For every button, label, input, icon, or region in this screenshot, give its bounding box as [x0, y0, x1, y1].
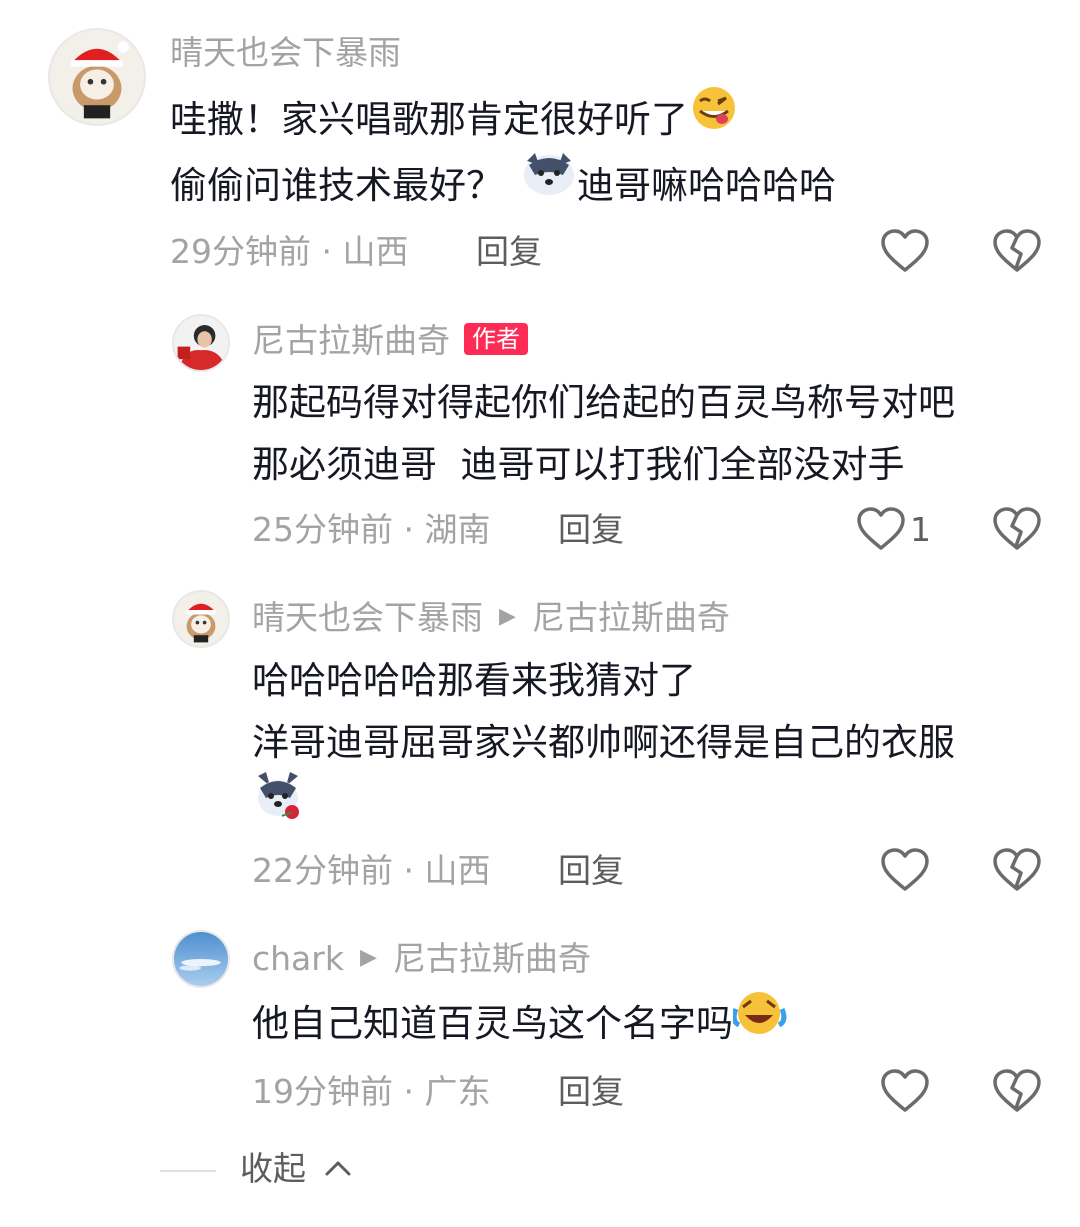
heart-outline-icon	[856, 507, 906, 556]
comment-username: 晴天也会下暴雨 ▶ 尼古拉斯曲奇	[252, 601, 730, 634]
comment-line: 他自己知道百灵鸟这个名字吗	[252, 991, 787, 1060]
comment-meta: 29分钟前 · 山西	[170, 235, 408, 268]
comment-line	[252, 772, 955, 845]
comment-line: 洋哥迪哥屈哥家兴都帅啊还得是自己的衣服	[252, 721, 955, 764]
comment-time: 25分钟前	[252, 510, 393, 549]
comment-username[interactable]: 晴天也会下暴雨	[170, 36, 401, 69]
like-button[interactable]	[880, 228, 930, 278]
reply-username[interactable]: 晴天也会下暴雨	[252, 598, 483, 637]
comment-line: 偷偷问谁技术最好？ 迪哥嘛哈哈哈哈	[170, 153, 836, 220]
broken-heart-icon	[992, 229, 1042, 278]
comment-location: 广东	[424, 1072, 491, 1111]
avatar[interactable]	[172, 930, 230, 988]
like-count: 1	[910, 510, 931, 549]
reply-to-username[interactable]: 尼古拉斯曲奇	[393, 939, 591, 978]
grinning-tongue-emoji	[688, 84, 744, 151]
comment-line: 哈哈哈哈哈那看来我猜对了	[252, 659, 696, 702]
heart-outline-icon	[880, 229, 930, 278]
reply-button[interactable]: 回复	[558, 513, 624, 546]
comment-username: chark ▶ 尼古拉斯曲奇	[252, 942, 591, 975]
comment-line-text: 偷偷问谁技术最好？	[170, 164, 503, 207]
collapse-label: 收起	[240, 1149, 306, 1188]
dislike-button[interactable]	[992, 228, 1042, 278]
broken-heart-icon	[992, 848, 1042, 897]
rofl-emoji	[731, 987, 787, 1056]
dislike-button[interactable]	[992, 506, 1042, 556]
comment-thread: 晴天也会下暴雨 哇撒！家兴唱歌那肯定很好听了 偷偷问谁技术最好？ 迪哥嘛哈哈哈哈 …	[0, 0, 1080, 1227]
comment-text: 他自己知道百灵鸟这个名字吗	[252, 991, 787, 1060]
comment-text: 哈哈哈哈哈那看来我猜对了 洋哥迪哥屈哥家兴都帅啊还得是自己的衣服	[252, 650, 955, 845]
triangle-right-icon: ▶	[359, 944, 377, 970]
comment-text: 那起码得对得起你们给起的百灵鸟称号对吧 那必须迪哥 迪哥可以打我们全部没对手	[252, 372, 955, 496]
collapse-replies-button[interactable]: 收起	[240, 1152, 353, 1187]
comment-location: 山西	[424, 851, 491, 890]
reply-username[interactable]: chark	[252, 939, 344, 978]
reply-button[interactable]: 回复	[558, 1075, 624, 1108]
meta-separator: ·	[393, 851, 425, 890]
author-badge: 作者	[464, 322, 528, 355]
husky-emoji	[252, 770, 304, 841]
heart-outline-icon	[880, 848, 930, 897]
comment-meta: 22分钟前 · 山西	[252, 854, 490, 887]
comment-username: 尼古拉斯曲奇 作者	[252, 321, 528, 360]
comment-line-text: 迪哥嘛哈哈哈哈	[577, 164, 836, 207]
comment-line: 那必须迪哥 迪哥可以打我们全部没对手	[252, 443, 905, 486]
comment-line: 哇撒！家兴唱歌那肯定很好听了	[170, 87, 836, 155]
reply-button[interactable]: 回复	[558, 854, 624, 887]
comment-meta: 19分钟前 · 广东	[252, 1075, 490, 1108]
comment-line-text: 哇撒！家兴唱歌那肯定很好听了	[170, 98, 688, 141]
broken-heart-icon	[992, 507, 1042, 556]
dislike-button[interactable]	[992, 847, 1042, 897]
reply-button[interactable]: 回复	[476, 235, 542, 268]
comment-time: 29分钟前	[170, 232, 311, 271]
comment-text: 哇撒！家兴唱歌那肯定很好听了 偷偷问谁技术最好？ 迪哥嘛哈哈哈哈	[170, 87, 836, 220]
comment-line: 那起码得对得起你们给起的百灵鸟称号对吧	[252, 381, 955, 424]
like-button[interactable]	[856, 506, 906, 556]
avatar[interactable]	[48, 28, 146, 126]
collapse-divider	[160, 1170, 216, 1172]
dislike-button[interactable]	[992, 1068, 1042, 1118]
husky-emoji	[523, 151, 575, 216]
like-button[interactable]	[880, 847, 930, 897]
reply-to-username[interactable]: 尼古拉斯曲奇	[532, 598, 730, 637]
reply-username[interactable]: 尼古拉斯曲奇	[252, 321, 450, 360]
comment-location: 湖南	[424, 510, 491, 549]
like-button[interactable]	[880, 1068, 930, 1118]
comment-time: 22分钟前	[252, 851, 393, 890]
comment-line-text: 他自己知道百灵鸟这个名字吗	[252, 1002, 733, 1045]
comment-meta: 25分钟前 · 湖南	[252, 513, 490, 546]
avatar[interactable]	[172, 590, 230, 648]
triangle-right-icon: ▶	[499, 603, 516, 629]
chevron-up-icon	[323, 1150, 353, 1183]
heart-outline-icon	[880, 1069, 930, 1118]
avatar[interactable]	[172, 314, 230, 372]
meta-separator: ·	[393, 1072, 425, 1111]
broken-heart-icon	[992, 1069, 1042, 1118]
meta-separator: ·	[311, 232, 343, 271]
meta-separator: ·	[393, 510, 425, 549]
comment-location: 山西	[342, 232, 409, 271]
comment-time: 19分钟前	[252, 1072, 393, 1111]
